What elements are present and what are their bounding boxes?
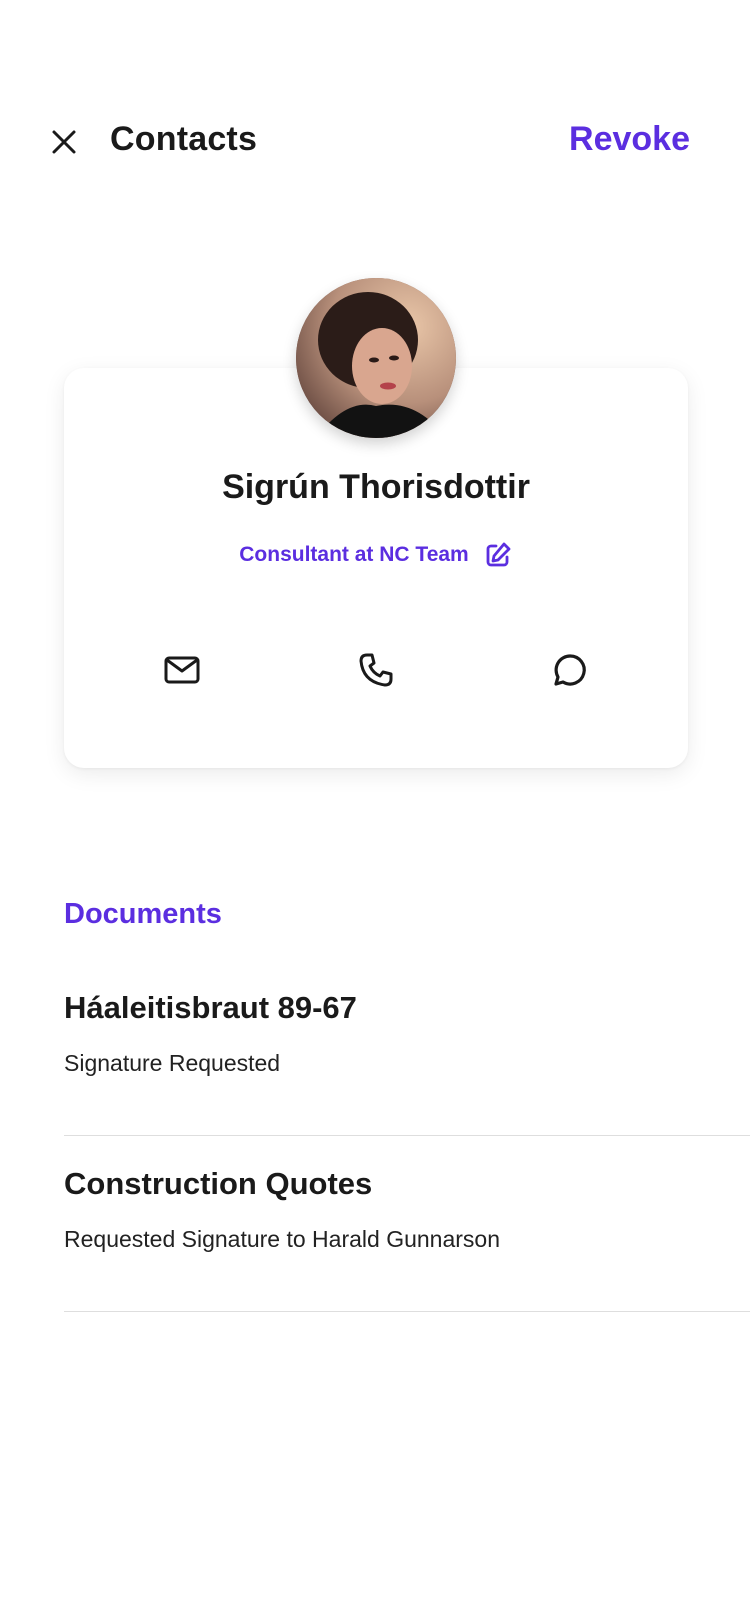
avatar [296,278,456,438]
email-button[interactable] [160,648,204,692]
chat-icon [554,654,586,686]
call-button[interactable] [354,648,398,692]
contact-role: Consultant at NC Team [239,543,469,566]
list-item[interactable]: Háaleitisbraut 89-67 Signature Requested [64,960,750,1136]
contact-actions [64,648,688,692]
page-title: Contacts [110,120,258,158]
document-status: Signature Requested [64,1050,281,1076]
contact-name: Sigrún Thorisdottir [222,468,530,506]
list-item[interactable]: Construction Quotes Requested Signature … [64,1136,750,1312]
document-status: Requested Signature to Harald Gunnarson [64,1226,501,1252]
documents-heading: Documents [64,898,222,930]
documents-list: Háaleitisbraut 89-67 Signature Requested… [64,960,750,1312]
close-icon [52,130,76,154]
edit-icon[interactable] [483,540,513,570]
document-title: Construction Quotes [64,1166,373,1201]
contact-detail-screen: Contacts Revoke Sigrún Thorisdottir Cons… [0,0,750,1624]
close-button[interactable] [44,122,84,162]
contact-role-row: Consultant at NC Team [64,540,688,570]
message-button[interactable] [548,648,592,692]
phone-icon [359,653,393,687]
mail-icon [164,656,200,684]
revoke-button[interactable]: Revoke [569,120,690,159]
document-title: Háaleitisbraut 89-67 [64,990,357,1025]
